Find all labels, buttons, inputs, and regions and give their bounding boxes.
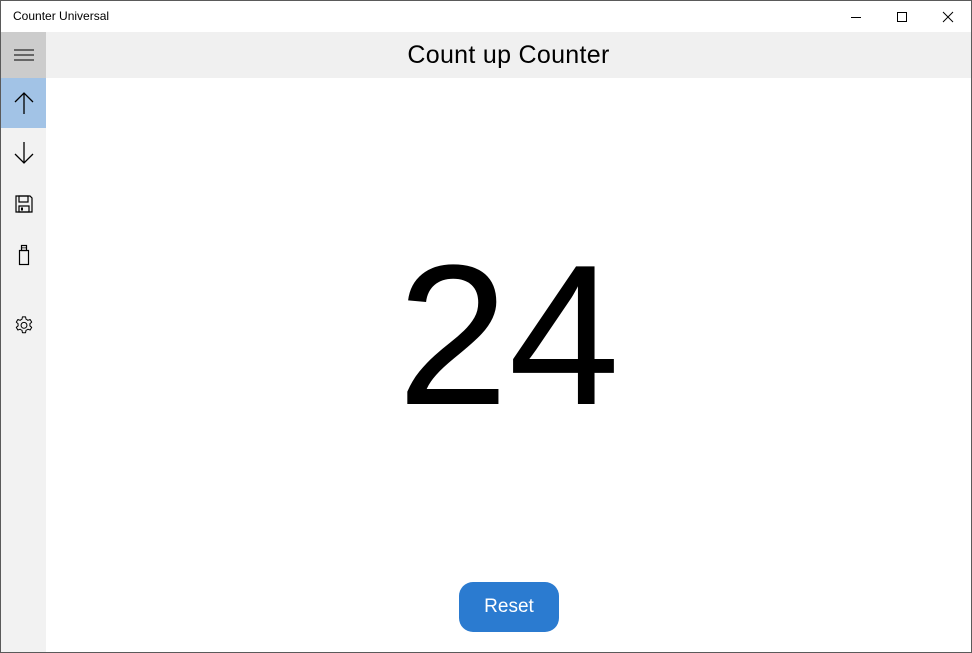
nav-usb-device[interactable] xyxy=(1,231,46,279)
page-header: Count up Counter xyxy=(46,32,971,78)
save-icon xyxy=(14,195,33,213)
reset-button[interactable]: Reset xyxy=(459,582,559,632)
maximize-icon xyxy=(897,11,907,22)
app-window: Counter Universal Count up Counter 24 Re… xyxy=(0,0,972,653)
arrow-up-icon xyxy=(14,92,33,114)
nav-count-up[interactable] xyxy=(1,78,46,128)
page-title: Count up Counter xyxy=(407,40,610,69)
hamburger-menu-button[interactable] xyxy=(1,32,46,78)
minimize-button[interactable] xyxy=(833,1,879,32)
close-icon xyxy=(942,11,954,22)
window-title: Counter Universal xyxy=(13,9,110,23)
arrow-down-icon xyxy=(14,142,33,164)
hamburger-menu-icon xyxy=(13,49,34,61)
gear-icon xyxy=(15,316,32,334)
counter-value: 24 xyxy=(397,224,620,447)
close-button[interactable] xyxy=(925,1,971,32)
nav-settings[interactable] xyxy=(1,302,46,350)
title-bar[interactable]: Counter Universal xyxy=(1,1,971,32)
usb-drive-icon xyxy=(18,244,29,266)
nav-save[interactable] xyxy=(1,180,46,228)
navigation-sidebar xyxy=(1,32,46,652)
maximize-button[interactable] xyxy=(879,1,925,32)
minimize-icon xyxy=(851,16,861,18)
nav-count-down[interactable] xyxy=(1,129,46,177)
